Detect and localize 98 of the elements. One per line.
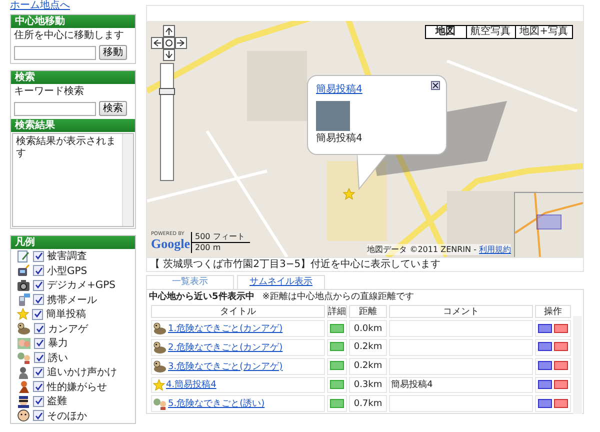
column-header: タイトル xyxy=(151,305,325,318)
column-header: コメント xyxy=(389,305,533,318)
delete-button[interactable] xyxy=(554,380,568,389)
panel-description: 住所を中心に移動します xyxy=(13,28,125,43)
star-marker-icon xyxy=(343,188,355,200)
move-button[interactable]: 移動 xyxy=(99,45,127,60)
legend-label: 性的嫌がらせ xyxy=(47,380,107,394)
comment-text: 簡易投稿4 xyxy=(391,380,433,390)
edit-button[interactable] xyxy=(538,361,552,370)
two-people-icon xyxy=(153,397,167,410)
face-icon xyxy=(17,409,30,422)
mobile-phone-icon xyxy=(17,293,30,306)
camera-icon xyxy=(17,278,30,292)
map-attribution: 地図データ ©2011 ZENRIN - 利用規約 xyxy=(367,244,511,255)
checkbox[interactable] xyxy=(32,308,43,320)
scrollbar[interactable] xyxy=(573,316,582,414)
checkbox[interactable] xyxy=(34,352,45,364)
checkbox[interactable] xyxy=(33,294,44,306)
popup-caption: 簡易投稿4 xyxy=(316,132,364,145)
delete-button[interactable] xyxy=(554,398,568,408)
legend-label: デジカメ+GPS xyxy=(47,279,116,292)
column-header: 距離 xyxy=(349,305,387,318)
panel-header: 凡例 xyxy=(11,236,135,249)
legend-label: 盗難 xyxy=(47,394,67,408)
scrollbar[interactable] xyxy=(122,134,133,226)
distance-cell: 0.7km xyxy=(349,395,387,412)
scale-bar: 500 フィート 200 m xyxy=(191,232,250,253)
legend-label: そのほか xyxy=(47,410,87,423)
checkbox[interactable] xyxy=(33,280,44,291)
distance-cell: 0.3km xyxy=(349,376,387,394)
detail-button[interactable] xyxy=(330,398,344,408)
star-icon xyxy=(17,308,29,320)
search-button[interactable]: 検索 xyxy=(99,101,127,116)
edit-button[interactable] xyxy=(538,380,552,389)
panel-header: 検索 xyxy=(11,71,135,84)
checkbox[interactable] xyxy=(33,366,44,378)
zoom-slider[interactable] xyxy=(160,63,174,181)
close-icon[interactable] xyxy=(431,81,440,90)
view-tab[interactable]: 一覧表示 xyxy=(146,275,234,289)
home-link[interactable]: ホーム地点へ xyxy=(10,0,136,12)
two-people-icon xyxy=(17,351,31,364)
checkbox[interactable] xyxy=(33,381,44,392)
column-header: 詳細 xyxy=(327,305,347,318)
detail-button[interactable] xyxy=(330,361,344,370)
view-tab[interactable]: サムネイル表示 xyxy=(237,275,325,289)
panel-header: 中心地移動 xyxy=(11,15,135,28)
legend-label: 暴力 xyxy=(48,336,68,350)
edit-button[interactable] xyxy=(538,324,552,333)
checkbox[interactable] xyxy=(33,250,44,262)
edit-button[interactable] xyxy=(538,342,552,352)
address-bar: 【 茨城県つくば市竹園2丁目3−5】付近を中心に表示しています xyxy=(146,257,584,272)
photo-placeholder xyxy=(316,101,350,131)
critter-icon xyxy=(153,322,167,336)
gps-device-icon xyxy=(17,264,30,278)
shadowy-figure-icon xyxy=(17,366,30,379)
edit-button[interactable] xyxy=(538,398,552,408)
faces-icon xyxy=(17,336,31,350)
checkbox[interactable] xyxy=(34,323,45,334)
search-label: キーワード検索 xyxy=(13,84,85,99)
distance-cell: 0.0km xyxy=(349,320,387,338)
popup-title-link[interactable]: 簡易投稿4 xyxy=(316,82,362,96)
pan-control-icon[interactable] xyxy=(151,25,187,61)
star-icon xyxy=(153,378,165,391)
checkbox[interactable] xyxy=(33,410,44,422)
legend-label: カンアゲ xyxy=(48,322,88,336)
critter-icon xyxy=(17,322,31,336)
legend-label: 被害調査 xyxy=(47,250,87,264)
zoom-slider-thumb[interactable] xyxy=(159,88,175,95)
panel-header: 検索結果 xyxy=(11,119,135,132)
critter-icon xyxy=(153,360,167,373)
critter-icon xyxy=(153,340,167,354)
delete-button[interactable] xyxy=(554,361,568,370)
legend-label: 追いかけ声かけ xyxy=(47,366,117,380)
checkbox[interactable] xyxy=(33,265,44,276)
delete-button[interactable] xyxy=(554,342,568,352)
detail-button[interactable] xyxy=(330,324,344,333)
legend-label: 誘い xyxy=(48,352,68,365)
masked-person-icon xyxy=(17,394,30,408)
legend-label: 小型GPS xyxy=(47,264,88,278)
detail-button[interactable] xyxy=(330,342,344,352)
distance-cell: 0.2km xyxy=(349,339,387,356)
notepad-icon xyxy=(17,250,30,263)
distance-cell: 0.2km xyxy=(349,358,387,375)
map-logo: Google xyxy=(151,237,190,251)
terms-link[interactable]: 利用規約 xyxy=(479,245,511,254)
address-field[interactable] xyxy=(14,46,96,60)
checkbox[interactable] xyxy=(33,396,44,407)
detail-button[interactable] xyxy=(330,380,344,389)
column-header: 操作 xyxy=(535,305,571,318)
checkbox[interactable] xyxy=(34,338,45,349)
legend-label: 携帯メール xyxy=(47,294,97,307)
list-summary: 中心地から近い5件表示中 xyxy=(149,291,254,303)
keyword-field[interactable] xyxy=(14,102,96,116)
delete-button[interactable] xyxy=(554,324,568,333)
distance-note: ※距離は中心地点からの直線距離です xyxy=(262,291,414,303)
results-text: 検索結果が表示されます xyxy=(15,134,117,161)
legend-label: 簡単投稿 xyxy=(46,308,86,322)
person-icon xyxy=(17,380,30,394)
